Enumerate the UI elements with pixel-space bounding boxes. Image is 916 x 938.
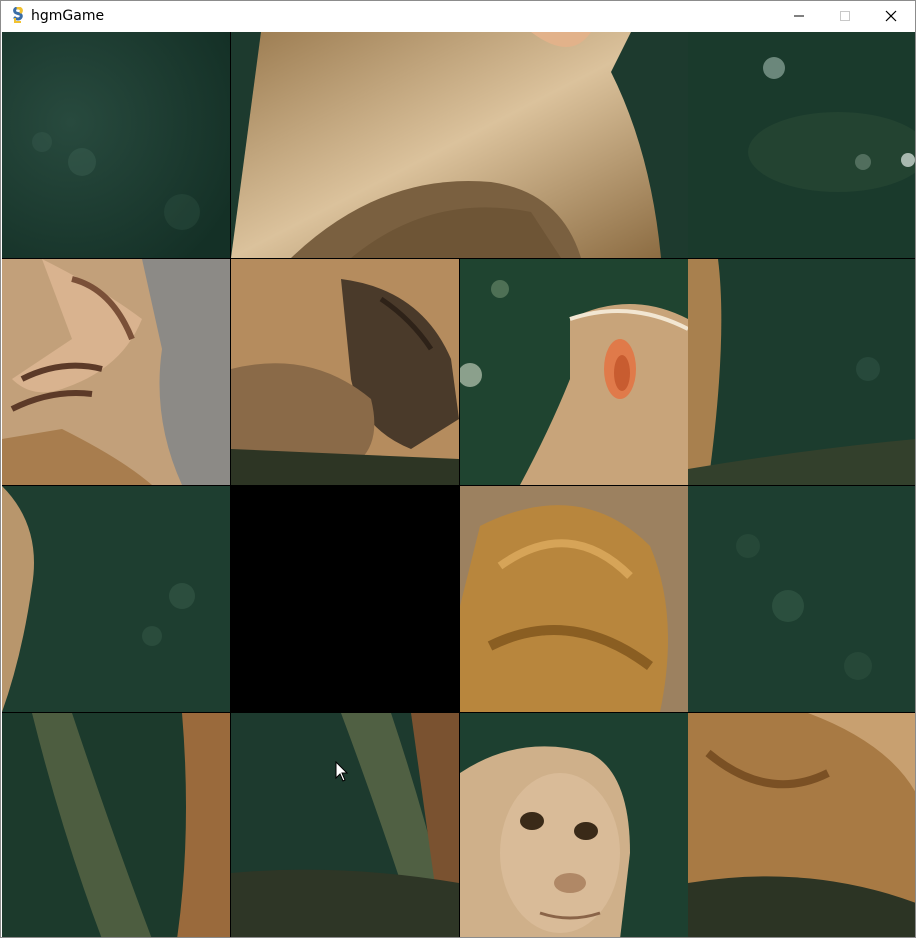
monkey-body-fur-image xyxy=(688,713,915,937)
bokeh-background-image xyxy=(688,32,915,258)
puzzle-tile[interactable] xyxy=(2,486,230,712)
monkey-shoulder-fur-image xyxy=(460,486,688,712)
puzzle-tile[interactable] xyxy=(688,32,915,258)
snake-app-icon xyxy=(13,7,23,23)
puzzle-tile[interactable] xyxy=(460,259,688,485)
puzzle-tile[interactable] xyxy=(688,486,915,712)
puzzle-tile[interactable] xyxy=(231,713,459,937)
bokeh-background-image xyxy=(2,32,230,258)
close-icon xyxy=(885,10,897,22)
puzzle-tile[interactable] xyxy=(460,713,688,937)
puzzle-tile[interactable] xyxy=(231,259,459,485)
puzzle-tile[interactable] xyxy=(2,32,230,258)
monkey-fur-edge-image xyxy=(2,486,230,712)
bokeh-background-image xyxy=(688,486,915,712)
puzzle-tile[interactable] xyxy=(231,32,688,258)
monkey-hand-crossed-image xyxy=(2,259,230,485)
minimize-icon xyxy=(794,15,804,17)
window-title: hgmGame xyxy=(31,8,105,24)
puzzle-tile[interactable] xyxy=(688,713,915,937)
monkey-back-edge-branch-image xyxy=(688,259,915,485)
empty-tile xyxy=(231,486,459,712)
minimize-button[interactable] xyxy=(776,1,822,31)
close-button[interactable] xyxy=(868,1,914,31)
title-bar[interactable]: hgmGame xyxy=(1,1,915,31)
maximize-icon xyxy=(840,11,850,21)
monkey-chin-chest-image xyxy=(231,32,688,258)
puzzle-tile[interactable] xyxy=(460,486,688,712)
monkey-paws-on-branch-image xyxy=(231,259,459,485)
tree-trunk-blur-image xyxy=(2,713,230,937)
game-window: hgmGame xyxy=(0,0,916,938)
puzzle-board xyxy=(2,32,915,937)
maximize-button[interactable] xyxy=(822,1,868,31)
puzzle-tile[interactable] xyxy=(2,259,230,485)
branch-with-trunk-image xyxy=(231,713,459,937)
monkey-face-image xyxy=(460,713,688,937)
puzzle-tile[interactable] xyxy=(688,259,915,485)
monkey-head-back-ear-image xyxy=(460,259,688,485)
puzzle-tile[interactable] xyxy=(2,713,230,937)
